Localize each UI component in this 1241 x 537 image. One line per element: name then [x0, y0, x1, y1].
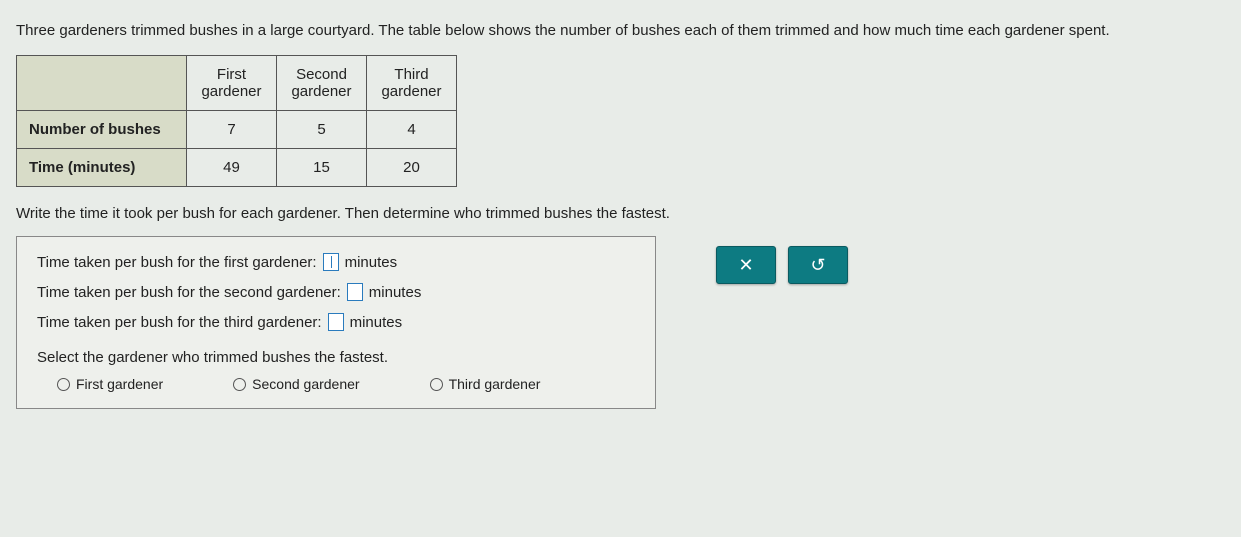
cell: 4 [367, 111, 457, 149]
instruction-text: Write the time it took per bush for each… [16, 205, 1225, 222]
third-gardener-input[interactable] [328, 313, 344, 331]
radio-icon [233, 378, 246, 391]
line2-post: minutes [369, 284, 422, 301]
problem-prompt: Three gardeners trimmed bushes in a larg… [16, 20, 1225, 41]
reset-icon: ↺ [810, 255, 825, 276]
col-third: Third gardener [367, 56, 457, 111]
first-gardener-input[interactable] [323, 253, 339, 271]
second-gardener-input[interactable] [347, 283, 363, 301]
line3-post: minutes [350, 314, 403, 331]
radio-icon [430, 378, 443, 391]
radio-label: First gardener [76, 376, 163, 392]
line1-post: minutes [345, 254, 398, 271]
table-row: Number of bushes 7 5 4 [17, 111, 457, 149]
row-label-time: Time (minutes) [17, 149, 187, 187]
line3-pre: Time taken per bush for the third garden… [37, 314, 322, 331]
select-prompt: Select the gardener who trimmed bushes t… [37, 349, 635, 366]
cell: 15 [277, 149, 367, 187]
close-button[interactable]: ✕ [716, 246, 776, 284]
line2-pre: Time taken per bush for the second garde… [37, 284, 341, 301]
radio-third-gardener[interactable]: Third gardener [430, 376, 541, 392]
close-icon: ✕ [738, 255, 753, 276]
table-corner [17, 56, 187, 111]
col-first: First gardener [187, 56, 277, 111]
radio-first-gardener[interactable]: First gardener [57, 376, 163, 392]
reset-button[interactable]: ↺ [788, 246, 848, 284]
radio-label: Second gardener [252, 376, 359, 392]
line1-pre: Time taken per bush for the first garden… [37, 254, 317, 271]
table-row: Time (minutes) 49 15 20 [17, 149, 457, 187]
cell: 49 [187, 149, 277, 187]
cell: 7 [187, 111, 277, 149]
col-second: Second gardener [277, 56, 367, 111]
data-table: First gardener Second gardener Third gar… [16, 55, 457, 187]
answer-box: Time taken per bush for the first garden… [16, 236, 656, 409]
cell: 5 [277, 111, 367, 149]
radio-second-gardener[interactable]: Second gardener [233, 376, 359, 392]
row-label-bushes: Number of bushes [17, 111, 187, 149]
radio-icon [57, 378, 70, 391]
cell: 20 [367, 149, 457, 187]
radio-label: Third gardener [449, 376, 541, 392]
